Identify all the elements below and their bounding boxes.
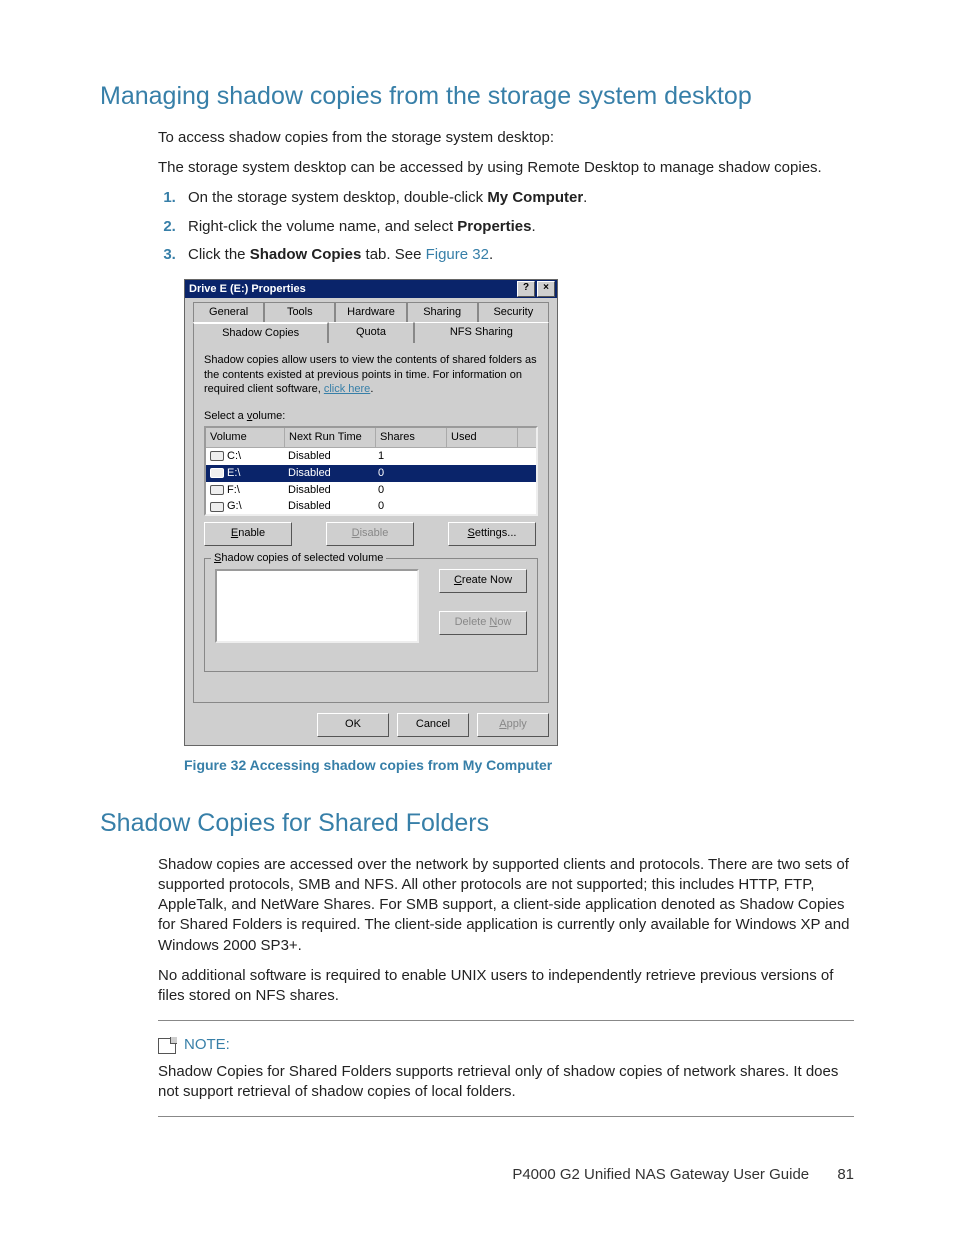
step3-a: Click the (188, 246, 250, 263)
tab-hardware[interactable]: Hardware (335, 302, 406, 322)
note-text: Shadow Copies for Shared Folders support… (158, 1062, 854, 1103)
enable-button[interactable]: Enable (204, 522, 292, 546)
footer-page-number: 81 (837, 1166, 854, 1183)
close-button[interactable]: × (537, 281, 555, 297)
tab-row-1: General Tools Hardware Sharing Security (193, 302, 549, 322)
col-shares: Shares (376, 428, 447, 447)
note-header: NOTE: (158, 1035, 854, 1055)
divider (158, 1116, 854, 1117)
click-here-link[interactable]: click here (324, 383, 370, 395)
step3-c: tab. See (361, 246, 425, 263)
delete-now-button[interactable]: Delete Now (439, 611, 527, 635)
volume-list-header: Volume Next Run Time Shares Used (206, 428, 536, 448)
intro-end: . (370, 383, 373, 395)
select-volume-label: Select a volume: (204, 409, 538, 424)
disk-icon (210, 502, 224, 512)
apply-button[interactable]: Apply (477, 713, 549, 737)
shadow-copies-groupbox: Shadow copies of selected volume Create … (204, 558, 538, 672)
page-footer: P4000 G2 Unified NAS Gateway User Guide … (512, 1165, 854, 1185)
tab-security[interactable]: Security (478, 302, 549, 322)
col-next-run-time: Next Run Time (285, 428, 376, 447)
cancel-button[interactable]: Cancel (397, 713, 469, 737)
volume-row[interactable]: G:\ Disabled 0 (206, 498, 536, 515)
section2-p1: Shadow copies are accessed over the netw… (158, 855, 854, 956)
figure-caption: Figure 32 Accessing shadow copies from M… (184, 756, 854, 775)
step3-bold: Shadow Copies (250, 246, 362, 263)
properties-dialog: Drive E (E:) Properties ? × General Tool… (184, 279, 558, 746)
settings-button[interactable]: Settings... (448, 522, 536, 546)
disk-icon (210, 468, 224, 478)
disk-icon (210, 485, 224, 495)
step-3: Click the Shadow Copies tab. See Figure … (180, 245, 854, 265)
step1-a: On the storage system desktop, double-cl… (188, 189, 487, 206)
steps-list: On the storage system desktop, double-cl… (158, 188, 854, 265)
groupbox-legend: Shadow copies of selected volume (211, 551, 386, 566)
volume-row[interactable]: C:\ Disabled 1 (206, 448, 536, 465)
tab-quota[interactable]: Quota (328, 322, 413, 343)
step-2: Right-click the volume name, and select … (180, 217, 854, 237)
footer-doc-title: P4000 G2 Unified NAS Gateway User Guide (512, 1166, 809, 1183)
section1-p1: To access shadow copies from the storage… (158, 128, 854, 148)
section1-p2: The storage system desktop can be access… (158, 158, 854, 178)
note-label: NOTE: (184, 1035, 230, 1055)
volume-row[interactable]: E:\ Disabled 0 (206, 465, 536, 482)
figure-32-link[interactable]: Figure 32 (426, 246, 489, 263)
step3-d: . (489, 246, 493, 263)
volume-buttons: Enable Disable Settings... (204, 522, 538, 546)
step2-bold: Properties (457, 218, 531, 235)
tab-shadow-copies[interactable]: Shadow Copies (193, 322, 328, 343)
step2-c: . (532, 218, 536, 235)
step-1: On the storage system desktop, double-cl… (180, 188, 854, 208)
section2-p2: No additional software is required to en… (158, 966, 854, 1007)
tab-nfs-sharing[interactable]: NFS Sharing (414, 322, 549, 343)
col-used: Used (447, 428, 518, 447)
ok-button[interactable]: OK (317, 713, 389, 737)
step1-c: . (583, 189, 587, 206)
dialog-titlebar: Drive E (E:) Properties ? × (185, 280, 557, 298)
section1-title: Managing shadow copies from the storage … (100, 80, 854, 114)
create-now-button[interactable]: Create Now (439, 569, 527, 593)
volume-row[interactable]: F:\ Disabled 0 (206, 482, 536, 499)
tab-panel: Shadow copies allow users to view the co… (193, 343, 549, 703)
section1-body: To access shadow copies from the storage… (158, 128, 854, 265)
disk-icon (210, 451, 224, 461)
disable-button[interactable]: Disable (326, 522, 414, 546)
note-icon (158, 1038, 176, 1054)
volume-list[interactable]: Volume Next Run Time Shares Used C:\ Dis… (204, 426, 538, 516)
section2-body: Shadow copies are accessed over the netw… (158, 855, 854, 1118)
tab-row-2: Shadow Copies Quota NFS Sharing (193, 322, 549, 343)
section2-title: Shadow Copies for Shared Folders (100, 807, 854, 841)
tab-tools[interactable]: Tools (264, 302, 335, 322)
dialog-title: Drive E (E:) Properties (189, 282, 306, 297)
help-button[interactable]: ? (517, 281, 535, 297)
intro-text: Shadow copies allow users to view the co… (204, 353, 538, 398)
divider (158, 1020, 854, 1021)
step1-bold: My Computer (487, 189, 583, 206)
tab-general[interactable]: General (193, 302, 264, 322)
col-volume: Volume (206, 428, 285, 447)
step2-a: Right-click the volume name, and select (188, 218, 457, 235)
tab-sharing[interactable]: Sharing (407, 302, 478, 322)
shadow-copies-list[interactable] (215, 569, 419, 643)
dialog-footer: OK Cancel Apply (193, 713, 549, 737)
